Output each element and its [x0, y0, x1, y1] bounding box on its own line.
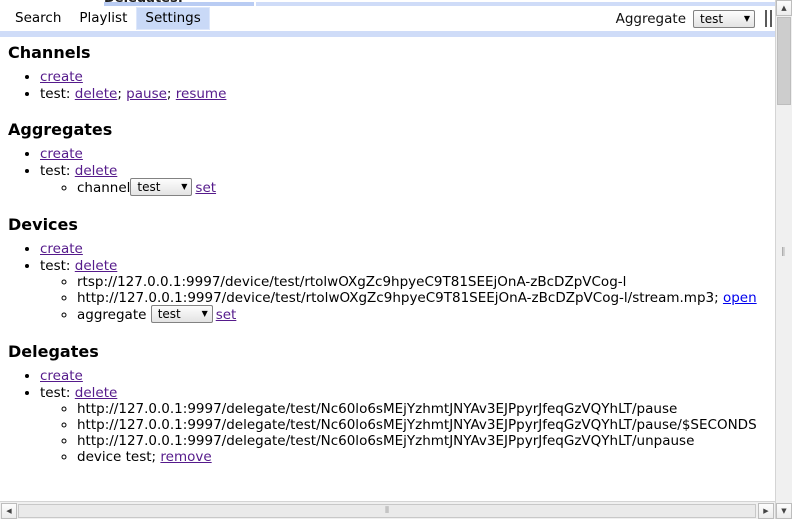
- section-heading-channels: Channels: [8, 43, 91, 62]
- channels-list: create test: delete; pause; resume: [0, 69, 775, 102]
- horizontal-scroll-thumb[interactable]: ⫴: [18, 504, 756, 518]
- aggregates-sublist: channel test ▼ set: [40, 178, 775, 197]
- device-open-link[interactable]: open: [723, 290, 757, 306]
- aggregates-list: create test: delete channel test ▼ set: [0, 146, 775, 197]
- device-aggregate-set-link[interactable]: set: [216, 307, 237, 323]
- list-item: http://127.0.0.1:9997/device/test/rtolwO…: [77, 290, 775, 306]
- device-http-url: http://127.0.0.1:9997/device/test/rtolwO…: [77, 290, 719, 306]
- tab-search[interactable]: Search: [6, 7, 70, 30]
- scroll-right-button[interactable]: ▶: [758, 503, 774, 519]
- list-item: http://127.0.0.1:9997/delegate/test/Nc60…: [77, 401, 775, 417]
- section-heading-delegates: Delegates: [8, 342, 99, 361]
- list-item: create: [40, 69, 775, 85]
- list-item: http://127.0.0.1:9997/delegate/test/Nc60…: [77, 417, 775, 433]
- devices-sublist: rtsp://127.0.0.1:9997/device/test/rtolwO…: [40, 274, 775, 324]
- channels-create-link[interactable]: create: [40, 69, 83, 85]
- tab-bar: Search Playlist Settings: [6, 6, 210, 31]
- device-aggregate-label: aggregate: [77, 307, 147, 323]
- devices-item-name: test:: [40, 258, 71, 274]
- delegate-remove-link[interactable]: remove: [160, 449, 211, 465]
- scroll-up-button[interactable]: ▲: [776, 0, 792, 16]
- list-item: create: [40, 368, 775, 384]
- tab-settings[interactable]: Settings: [136, 7, 210, 30]
- channels-pause-link[interactable]: pause: [126, 86, 167, 102]
- list-item: create: [40, 241, 775, 257]
- aggregate-channel-select-value: test: [137, 180, 161, 194]
- devices-delete-link[interactable]: delete: [75, 258, 118, 274]
- delegates-list: create test: delete http://127.0.0.1:999…: [0, 368, 775, 465]
- toolbar: Search Playlist Settings Aggregate test …: [0, 6, 775, 31]
- toolbar-right-group: Aggregate test ▼: [616, 6, 775, 31]
- delegates-sublist: http://127.0.0.1:9997/delegate/test/Nc60…: [40, 401, 775, 465]
- list-item: aggregate test ▼ set: [77, 305, 775, 324]
- devices-list: create test: delete rtsp://127.0.0.1:999…: [0, 241, 775, 324]
- delegate-pause-seconds-url: http://127.0.0.1:9997/delegate/test/Nc60…: [77, 417, 757, 433]
- channels-resume-link[interactable]: resume: [176, 86, 227, 102]
- pause-icon[interactable]: [765, 10, 772, 27]
- list-item: rtsp://127.0.0.1:9997/device/test/rtolwO…: [77, 274, 775, 290]
- delegate-unpause-url: http://127.0.0.1:9997/delegate/test/Nc60…: [77, 433, 695, 449]
- aggregates-item-name: test:: [40, 163, 71, 179]
- delegates-delete-link[interactable]: delete: [75, 385, 118, 401]
- section-heading-devices: Devices: [8, 215, 78, 234]
- sep: ;: [117, 86, 122, 102]
- chevron-down-icon: ▼: [181, 182, 188, 191]
- vertical-scroll-thumb[interactable]: [777, 17, 791, 105]
- list-item: test: delete channel test ▼ set: [40, 163, 775, 197]
- scroll-down-button[interactable]: ▼: [776, 503, 792, 519]
- chevron-down-icon: ▼: [743, 13, 750, 23]
- list-item: test: delete rtsp://127.0.0.1:9997/devic…: [40, 258, 775, 324]
- device-rtsp-url: rtsp://127.0.0.1:9997/device/test/rtolwO…: [77, 274, 627, 290]
- delegate-device-label: device test;: [77, 449, 157, 465]
- channels-delete-link[interactable]: delete: [75, 86, 118, 102]
- aggregates-create-link[interactable]: create: [40, 146, 83, 162]
- aggregate-channel-set-link[interactable]: set: [195, 180, 216, 196]
- list-item: create: [40, 146, 775, 162]
- device-aggregate-select-value: test: [157, 307, 181, 321]
- devices-create-link[interactable]: create: [40, 241, 83, 257]
- list-item: test: delete http://127.0.0.1:9997/deleg…: [40, 385, 775, 465]
- horizontal-scrollbar[interactable]: ◀ ⫴ ▶: [0, 501, 775, 519]
- delegate-pause-url: http://127.0.0.1:9997/delegate/test/Nc60…: [77, 401, 678, 417]
- list-item: http://127.0.0.1:9997/delegate/test/Nc60…: [77, 433, 775, 449]
- tab-playlist[interactable]: Playlist: [70, 7, 136, 30]
- list-item: test: delete; pause; resume: [40, 86, 775, 102]
- delegates-create-link[interactable]: create: [40, 368, 83, 384]
- aggregate-label: Aggregate: [615, 10, 686, 27]
- delegates-item-name: test:: [40, 385, 71, 401]
- app-window: Delegates: Search Playlist Settings Aggr…: [0, 0, 792, 519]
- list-item: channel test ▼ set: [77, 178, 775, 197]
- aggregate-channel-select[interactable]: test ▼: [130, 178, 193, 196]
- vertical-scroll-grip-icon: ‖: [781, 247, 786, 257]
- scroll-left-button[interactable]: ◀: [1, 503, 17, 519]
- aggregate-select[interactable]: test ▼: [693, 9, 755, 28]
- settings-content: Channels create test: delete; pause; res…: [0, 37, 775, 498]
- aggregates-delete-link[interactable]: delete: [75, 163, 118, 179]
- aggregate-select-value: test: [700, 11, 724, 26]
- section-heading-aggregates: Aggregates: [8, 120, 113, 139]
- chevron-down-icon: ▼: [201, 309, 208, 318]
- aggregate-channel-label: channel: [77, 180, 131, 196]
- channels-item-name: test:: [40, 86, 71, 102]
- device-aggregate-select[interactable]: test ▼: [150, 305, 213, 323]
- sep: ;: [166, 86, 172, 102]
- list-item: device test; remove: [77, 449, 775, 465]
- vertical-scrollbar[interactable]: ▲ ‖ ▼: [775, 0, 792, 519]
